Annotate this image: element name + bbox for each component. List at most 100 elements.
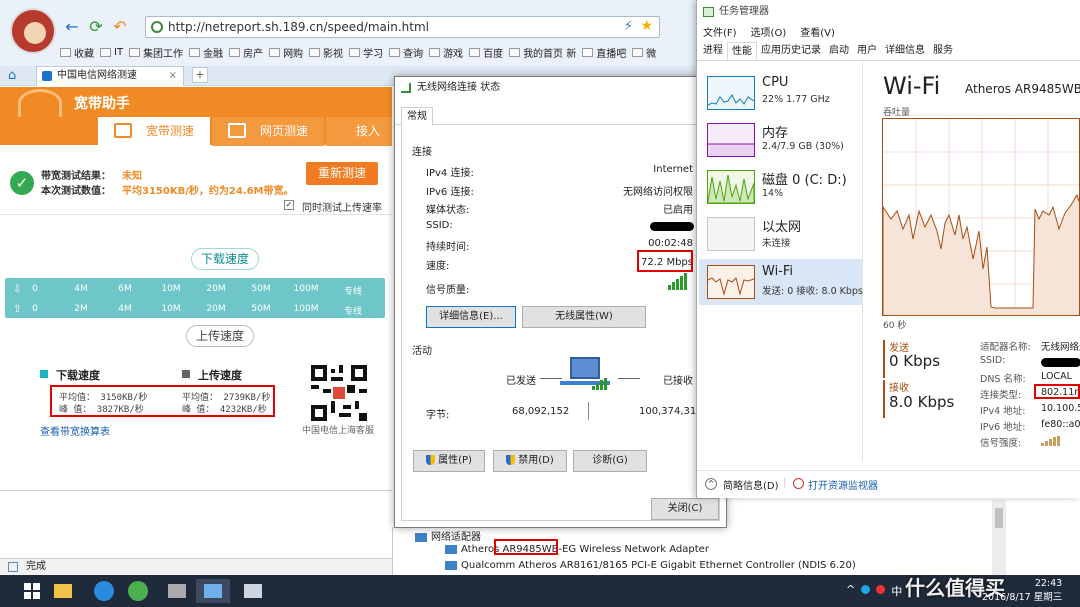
upload-test-label: 同时测试上传速率 xyxy=(302,203,382,214)
diagnose-button[interactable]: 诊断(G) xyxy=(573,450,647,472)
user-avatar[interactable] xyxy=(10,8,56,54)
resource-wifi[interactable]: Wi-Fi 发送: 0 接收: 8.0 Kbps xyxy=(699,259,863,305)
retest-button[interactable]: 重新测速 xyxy=(306,162,378,185)
download-title: 下载速度 xyxy=(56,369,100,382)
bookmark-item[interactable]: IT xyxy=(100,44,123,60)
scale-tick-label: 专线 xyxy=(343,307,363,317)
tm-menu-item[interactable]: 选项(O) xyxy=(751,24,787,39)
browser-tab[interactable]: 中国电信网络测速 × xyxy=(36,66,184,86)
uac-shield-icon xyxy=(426,455,436,465)
open-resource-monitor-link[interactable]: 打开资源监视器 xyxy=(808,477,878,492)
bookmark-item[interactable]: 我的首页 新 xyxy=(509,44,576,60)
sogou-browser-icon[interactable] xyxy=(86,579,120,603)
device-category-network[interactable]: 网络适配器 xyxy=(415,528,481,543)
taskbar-clock[interactable]: 22:43 2016/8/17 星期三 xyxy=(982,577,1062,605)
tm-tabs: 进程 性能 应用历史记录 启动 用户 详细信息 服务 xyxy=(697,42,1080,61)
detail-label: IPv6 地址: xyxy=(980,422,1026,433)
refresh-icon[interactable]: ⟳ xyxy=(86,17,106,37)
tm-tab[interactable]: 用户 xyxy=(853,42,881,60)
bytes-label: 字节: xyxy=(426,410,450,421)
folder-icon xyxy=(60,47,71,57)
result-label: 带宽测试结果： xyxy=(41,171,111,182)
tab-access[interactable]: 接入 xyxy=(326,117,392,146)
tm-tab[interactable]: 服务 xyxy=(929,42,957,60)
tm-tab[interactable]: 详细信息 xyxy=(881,42,929,60)
recv-value: 8.0 Kbps xyxy=(889,393,955,411)
bookmark-item[interactable]: 游戏 xyxy=(429,44,463,60)
star-icon[interactable]: ★ xyxy=(640,18,653,34)
resource-ethernet[interactable]: 以太网 未连接 xyxy=(699,211,862,257)
download-speed-pill: 下载速度 xyxy=(191,248,259,270)
tm-tab[interactable]: 进程 xyxy=(699,42,727,60)
tab-general[interactable]: 常规 xyxy=(401,107,433,126)
resource-name: CPU xyxy=(762,75,789,90)
bookmark-item[interactable]: 房产 xyxy=(229,44,263,60)
undo-icon[interactable]: ↶ xyxy=(110,17,130,37)
details-button[interactable]: 详细信息(E)... xyxy=(426,306,516,328)
folder-icon xyxy=(229,47,241,57)
device-adapter-wifi[interactable]: Atheros AR9485WB-EG Wireless Network Ada… xyxy=(445,544,709,555)
folder-icon xyxy=(129,47,141,57)
bookmark-item[interactable]: 收藏 xyxy=(60,44,94,60)
tm-menu-item[interactable]: 文件(F) xyxy=(703,24,737,39)
network-status-taskbar-icon[interactable] xyxy=(196,579,230,603)
upload-test-checkbox[interactable]: ✓ xyxy=(284,200,294,210)
device-manager-taskbar-icon[interactable] xyxy=(236,579,270,603)
360-browser-icon[interactable] xyxy=(120,579,154,603)
chevron-up-icon[interactable]: ^ xyxy=(846,583,855,599)
ime-indicator[interactable]: 中 xyxy=(891,583,902,599)
tray-app-icon[interactable] xyxy=(861,585,871,594)
home-icon[interactable]: ⌂ xyxy=(8,68,16,83)
resource-memory[interactable]: 内存 2.4/7.9 GB (30%) xyxy=(699,117,862,163)
windows-start-icon[interactable] xyxy=(24,583,40,599)
address-bar[interactable]: http://netreport.sh.189.cn/speed/main.ht… xyxy=(145,16,660,38)
chevron-up-icon[interactable]: ^ xyxy=(705,478,717,490)
adapter-label: Qualcomm Atheros AR8161/8165 PCI-E Gigab… xyxy=(461,560,856,571)
bookmark-item[interactable]: 金融 xyxy=(189,44,223,60)
close-icon[interactable]: × xyxy=(169,67,177,85)
monitor-icon xyxy=(114,123,132,138)
tm-tab[interactable]: 应用历史记录 xyxy=(757,42,825,60)
bookmark-item[interactable]: 百度 xyxy=(469,44,503,60)
scrollbar-thumb[interactable] xyxy=(995,508,1003,528)
bookmark-item[interactable]: 影视 xyxy=(309,44,343,60)
app-title: 宽带助手 xyxy=(74,96,130,112)
tab-speed-test[interactable]: 宽带测速 xyxy=(98,117,210,146)
brief-info-button[interactable]: 简略信息(D) xyxy=(723,477,779,492)
resource-disk[interactable]: 磁盘 0 (C: D:) 14% xyxy=(699,164,862,210)
tm-tab[interactable]: 性能 xyxy=(727,42,757,60)
new-tab-button[interactable]: + xyxy=(192,67,208,83)
tm-footer: ^ 简略信息(D) | 打开资源监视器 xyxy=(697,470,1080,498)
connection-row-label: 持续时间: xyxy=(426,242,470,254)
sogou-input-icon[interactable] xyxy=(876,585,886,594)
url-text: http://netreport.sh.189.cn/speed/main.ht… xyxy=(168,20,429,34)
recv-line xyxy=(618,378,640,379)
bandwidth-table-link[interactable]: 查看带宽换算表 xyxy=(40,423,110,438)
bookmark-item[interactable]: 学习 xyxy=(349,44,383,60)
bookmark-item[interactable]: 集团工作 xyxy=(129,44,183,60)
send-legend-line xyxy=(883,340,885,378)
back-icon[interactable]: ← xyxy=(62,17,82,37)
device-adapter-ethernet[interactable]: Qualcomm Atheros AR8161/8165 PCI-E Gigab… xyxy=(445,560,856,571)
tm-tab[interactable]: 启动 xyxy=(825,42,853,60)
scale-tick-label: 0 xyxy=(32,284,38,294)
close-button[interactable]: 关闭(C) xyxy=(651,498,719,520)
bookmark-item[interactable]: 查询 xyxy=(389,44,423,60)
bookmark-item[interactable]: 直播吧 xyxy=(582,44,626,60)
properties-button[interactable]: 属性(P) xyxy=(413,450,485,472)
bookmark-item[interactable]: 网购 xyxy=(269,44,303,60)
disable-button[interactable]: 禁用(D) xyxy=(493,450,567,472)
lightning-icon[interactable]: ⚡ xyxy=(624,19,633,34)
scrollbar[interactable] xyxy=(992,500,1006,575)
tm-menu-item[interactable]: 查看(V) xyxy=(800,24,835,39)
resource-monitor-icon xyxy=(793,478,804,489)
resource-cpu[interactable]: CPU 22% 1.77 GHz xyxy=(699,70,862,116)
footer-separator: | xyxy=(783,477,787,488)
signal-icon xyxy=(401,83,411,93)
network-app-icon[interactable] xyxy=(160,579,194,603)
wireless-properties-button[interactable]: 无线属性(W) xyxy=(522,306,646,328)
tab-web-speed[interactable]: 网页测速 xyxy=(212,117,324,146)
bookmark-item[interactable]: 微 xyxy=(632,44,656,60)
activity-signal-icon xyxy=(592,378,607,390)
file-explorer-icon[interactable] xyxy=(46,579,80,603)
